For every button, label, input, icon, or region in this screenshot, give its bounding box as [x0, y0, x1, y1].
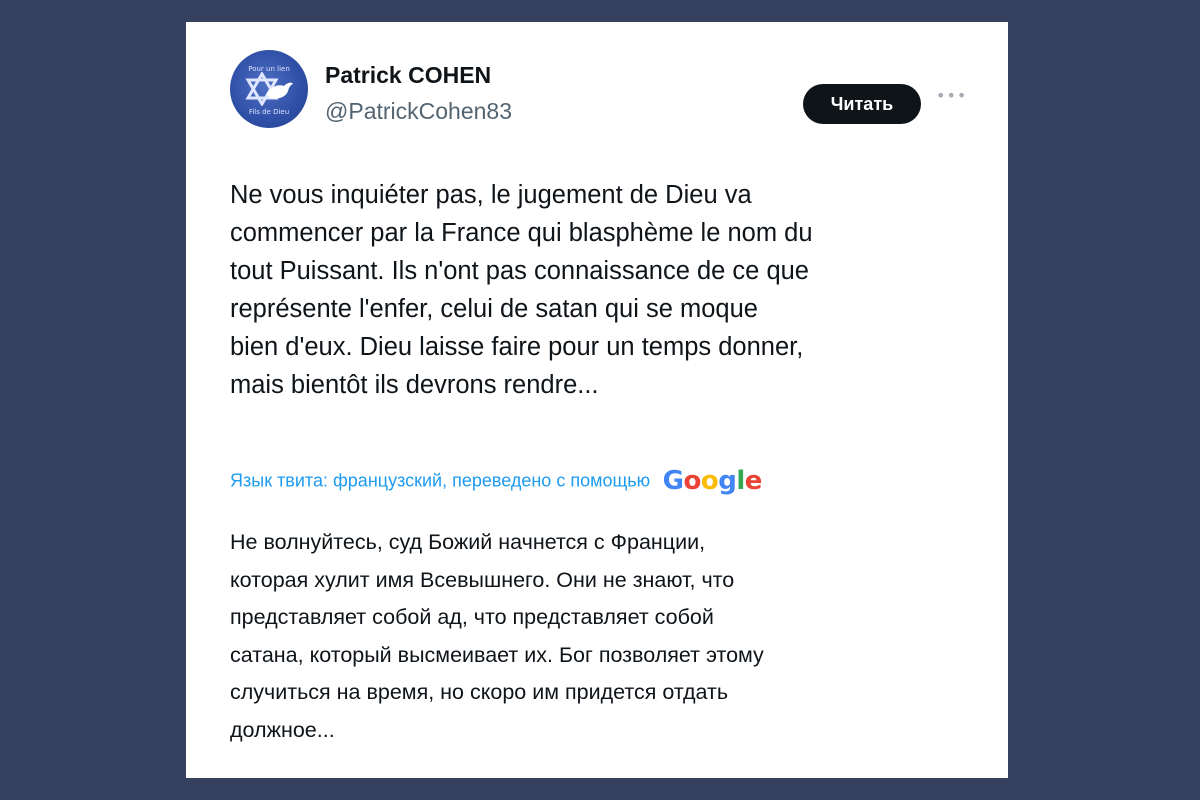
- tweet-header: Pour un lien Fils de Dieu Patrick COHEN …: [230, 50, 1008, 140]
- dove-icon: [266, 82, 293, 99]
- google-logo: Google: [662, 466, 763, 496]
- translation-attribution: Язык твита: французский, переведено с по…: [230, 466, 960, 500]
- avatar-text-bottom: Fils de Dieu: [248, 108, 290, 116]
- translation-label[interactable]: Язык твита: французский, переведено с по…: [230, 471, 650, 491]
- avatar[interactable]: Pour un lien Fils de Dieu: [230, 50, 308, 128]
- tweet-text: Ne vous inquiéter pas, le jugement de Di…: [230, 181, 813, 399]
- translated-text: Не волнуйтесь, суд Божий начнется с Фран…: [230, 530, 764, 742]
- follow-button[interactable]: Читать: [803, 84, 921, 124]
- more-horizontal-icon[interactable]: •••: [936, 86, 968, 106]
- tweet-card: Pour un lien Fils de Dieu Patrick COHEN …: [186, 22, 1008, 778]
- author-name[interactable]: Patrick COHEN: [325, 62, 491, 89]
- author-handle[interactable]: @PatrickCohen83: [325, 98, 512, 125]
